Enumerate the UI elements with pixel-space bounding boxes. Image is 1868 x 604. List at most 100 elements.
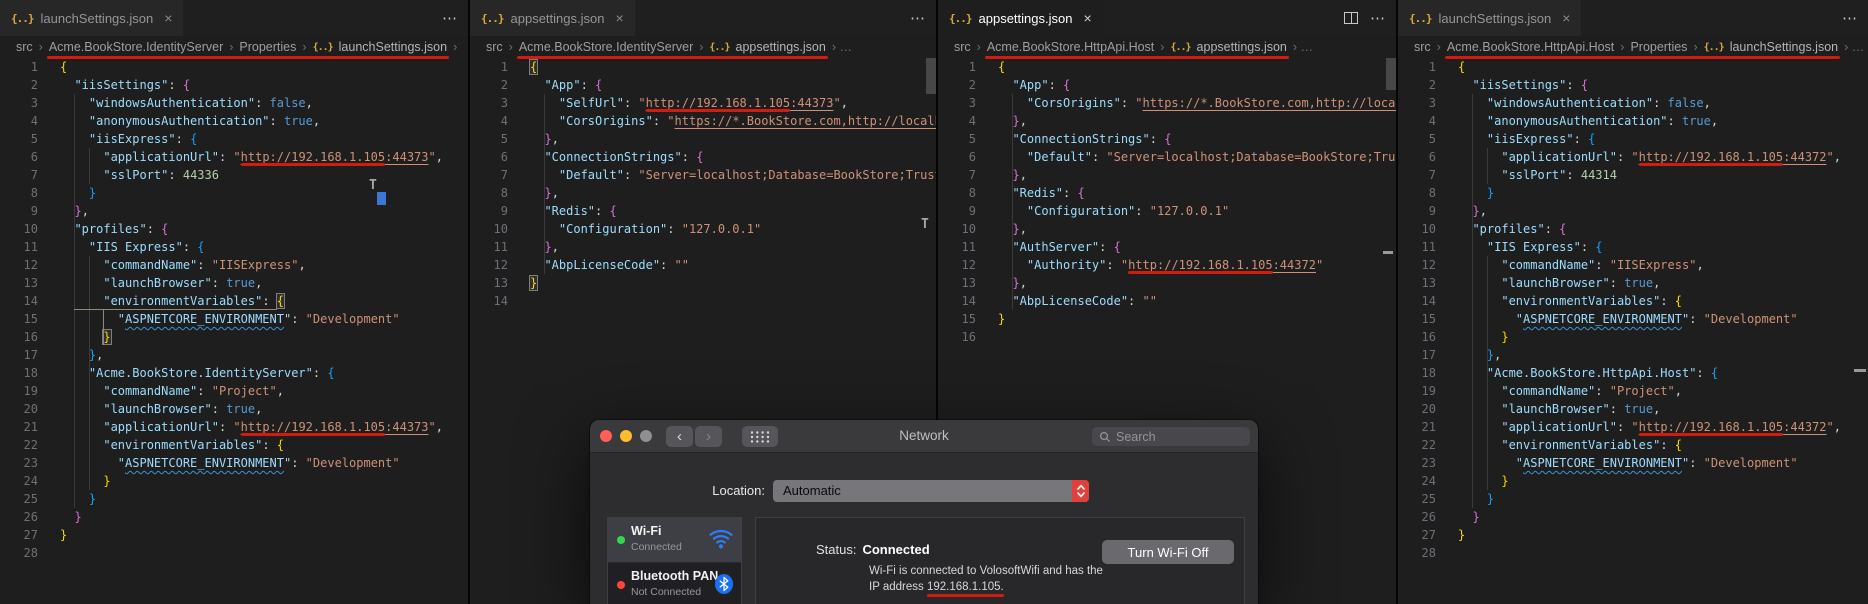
code-line: "ASPNETCORE_ENVIRONMENT": "Development" [117, 312, 400, 326]
service-row-bluetooth[interactable]: Bluetooth PAN Not Connected [608, 563, 741, 604]
code-line: "iisExpress": { [1486, 132, 1596, 146]
breadcrumb-item[interactable]: appsettings.json [1197, 40, 1287, 54]
code-line: { [1458, 60, 1466, 74]
breadcrumb-item[interactable]: Acme.BookStore.HttpApi.Host [1447, 40, 1614, 54]
code-line: "Redis": { [1012, 186, 1085, 200]
traffic-light-close-icon[interactable] [600, 430, 612, 442]
dialog-titlebar[interactable]: ‹ › Network Search [590, 420, 1258, 453]
breadcrumb-separator: › … [831, 40, 852, 54]
search-placeholder: Search [1116, 429, 1156, 444]
json-file-icon: {..} [1409, 11, 1432, 25]
turn-wifi-off-button[interactable]: Turn Wi-Fi Off [1102, 540, 1234, 564]
status-row: Status: Connected [816, 542, 930, 557]
breadcrumb-separator: › [976, 40, 981, 54]
breadcrumb-separator: › [453, 40, 458, 54]
traffic-light-minimize-icon[interactable] [620, 430, 632, 442]
code-line: "IIS Express": { [1486, 240, 1603, 254]
back-button[interactable]: ‹ [666, 426, 693, 447]
bluetooth-status-dot [617, 581, 625, 589]
breadcrumb-item[interactable]: appsettings.json [736, 40, 826, 54]
code-line: "Acme.BookStore.IdentityServer": { [88, 366, 335, 380]
more-actions-icon[interactable]: ⋯ [1842, 9, 1858, 27]
code-line: "Default": "Server=localhost;Database=Bo… [1026, 150, 1396, 164]
status-panel: Status: Connected Turn Wi-Fi Off Wi-Fi is… [755, 517, 1245, 604]
breadcrumb-item[interactable]: Acme.BookStore.IdentityServer [519, 40, 693, 54]
breadcrumb-item[interactable]: Properties [239, 40, 296, 54]
breadcrumb-underlined-group: Acme.BookStore.IdentityServer › Properties… [46, 40, 450, 59]
tab-label: launchSettings.json [1438, 10, 1552, 26]
code-line: "ASPNETCORE_ENVIRONMENT": "Development" [1515, 312, 1798, 326]
editor-pane-1: {..} launchSettings.json × ⋯ src › Acme.BookSt… [0, 0, 468, 604]
breadcrumb-item[interactable]: launchSettings.json [339, 40, 447, 54]
code-editor[interactable]: 1 2 3 4 5 6 7 8 9 10 11 12 13 14 15 16 17 18 19 20 21 22 23 24 2… [0, 58, 468, 604]
breadcrumb-item[interactable]: Acme.BookStore.HttpApi.Host [987, 40, 1154, 54]
traffic-light-zoom-icon[interactable] [640, 430, 652, 442]
breadcrumb-separator: › [229, 40, 234, 54]
tab-appsettings.json[interactable]: {..} appsettings.json × [938, 0, 1103, 36]
code-line: "Authority": "http://192.168.1.105:44372… [1026, 258, 1324, 274]
code-lines: { "iisSettings": { "windowsAuthenticatio… [46, 58, 443, 604]
breadcrumb-separator: › … [1292, 40, 1314, 54]
breadcrumb-item[interactable]: src [486, 40, 503, 54]
breadcrumb-item[interactable]: src [1414, 40, 1431, 54]
location-label: Location: [712, 483, 765, 498]
breadcrumb-item[interactable]: Acme.BookStore.IdentityServer [49, 40, 223, 54]
tab-close-icon[interactable]: × [1562, 10, 1570, 26]
code-editor[interactable]: 1 2 3 4 5 6 7 8 9 10 11 12 13 14 15 16 17 18 19 20 21 22 23 24 2… [1398, 58, 1868, 604]
tab-close-icon[interactable]: × [1083, 10, 1091, 26]
indent-guide [88, 148, 90, 184]
code-line: "IIS Express": { [88, 240, 205, 254]
tab-close-icon[interactable]: × [615, 10, 623, 26]
json-file-icon: {..} [481, 11, 504, 25]
more-actions-icon[interactable]: ⋯ [1370, 9, 1386, 27]
tab-launchSettings.json[interactable]: {..} launchSettings.json × [1398, 0, 1582, 36]
code-line: "Acme.BookStore.HttpApi.Host": { [1486, 366, 1719, 380]
more-actions-icon[interactable]: ⋯ [910, 9, 926, 27]
scroll-mark [377, 192, 386, 205]
status-value: Connected [862, 542, 930, 557]
split-editor-icon[interactable] [1344, 12, 1358, 24]
search-input[interactable]: Search [1092, 427, 1250, 446]
code-line: "environmentVariables": { [1501, 438, 1682, 452]
search-icon [1099, 431, 1111, 442]
code-line: } [102, 329, 112, 345]
grid-dots-icon [750, 430, 770, 443]
breadcrumb-item[interactable]: src [16, 40, 33, 54]
tab-close-icon[interactable]: × [164, 10, 172, 26]
tab-appsettings.json[interactable]: {..} appsettings.json × [470, 0, 635, 36]
breadcrumb-separator: › [38, 40, 43, 54]
code-line: } [60, 528, 68, 542]
breadcrumb-item[interactable]: src [954, 40, 971, 54]
more-actions-icon[interactable]: ⋯ [442, 9, 458, 27]
scrollbar-thumb[interactable] [926, 58, 936, 94]
forward-button[interactable]: › [695, 426, 722, 447]
code-line: { [998, 60, 1006, 74]
code-line: "ConnectionStrings": { [1012, 132, 1172, 146]
bracket-pair-guide [74, 309, 277, 310]
code-line: "CorsOrigins": "https://*.BookStore.com,… [1026, 96, 1396, 110]
breadcrumb-underlined-group: Acme.BookStore.HttpApi.Host › {..} appsetti… [984, 40, 1289, 59]
code-line: "SelfUrl": "http://192.168.1.105:44373", [558, 96, 848, 112]
breadcrumb-underlined-group: Acme.BookStore.HttpApi.Host › Properties › {… [1444, 40, 1841, 59]
status-label: Status: [816, 542, 857, 557]
code-line: }, [1012, 114, 1027, 128]
service-row-wifi[interactable]: Wi-Fi Connected [608, 518, 741, 562]
cursor-artifact: T [921, 217, 929, 232]
show-all-grid-icon[interactable] [742, 426, 778, 447]
code-line: "AuthServer": { [1012, 240, 1121, 254]
code-line: "App": { [544, 78, 603, 92]
breadcrumb-underlined-group: Acme.BookStore.IdentityServer › {..} appset… [516, 40, 828, 59]
code-line: "launchBrowser": true, [1501, 276, 1661, 290]
ip-address: 192.168.1.105. [926, 580, 1004, 597]
code-line: "Default": "Server=localhost;Database=Bo… [558, 168, 936, 182]
scrollbar-thumb[interactable] [1386, 58, 1396, 90]
breadcrumb-item[interactable]: Properties [1630, 40, 1687, 54]
breadcrumb-item[interactable]: launchSettings.json [1730, 40, 1838, 54]
tab-launchSettings.json[interactable]: {..} launchSettings.json × [0, 0, 184, 36]
code-line: "environmentVariables": { [103, 438, 284, 452]
code-line: }, [544, 186, 559, 200]
location-dropdown[interactable]: Automatic [773, 480, 1089, 502]
json-file-icon: {..} [949, 11, 972, 25]
